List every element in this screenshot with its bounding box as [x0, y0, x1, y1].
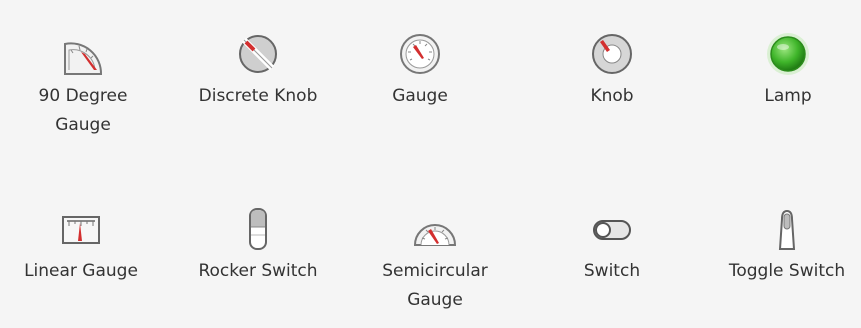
palette-item-gauge[interactable]: Gauge — [370, 30, 470, 111]
lamp-icon — [764, 30, 812, 78]
palette-item-discrete-knob[interactable]: Discrete Knob — [182, 30, 334, 111]
palette-item-label: 90 Degree Gauge — [38, 86, 128, 135]
palette-item-90-degree-gauge[interactable]: 90 Degree Gauge — [14, 30, 152, 140]
semicircular-gauge-icon — [411, 205, 459, 253]
palette-item-rocker-switch[interactable]: Rocker Switch — [182, 205, 334, 286]
discrete-knob-icon — [234, 30, 282, 78]
palette-item-label: Switch — [583, 261, 641, 281]
gauge-icon — [396, 30, 444, 78]
linear-gauge-icon — [57, 205, 105, 253]
palette-item-label: Discrete Knob — [198, 86, 318, 106]
switch-icon — [588, 205, 636, 253]
palette-item-linear-gauge[interactable]: Linear Gauge — [6, 205, 156, 286]
palette-item-switch[interactable]: Switch — [562, 205, 662, 286]
quarter-gauge-icon — [59, 30, 107, 78]
palette-item-semicircular-gauge[interactable]: Semicircular Gauge — [360, 205, 510, 315]
palette-item-label: Lamp — [764, 86, 812, 106]
palette-item-label: Rocker Switch — [198, 261, 318, 281]
palette-item-toggle-switch[interactable]: Toggle Switch — [713, 205, 861, 286]
palette-item-label: Semicircular Gauge — [382, 261, 488, 310]
palette-item-label: Knob — [590, 86, 634, 106]
palette-item-lamp[interactable]: Lamp — [738, 30, 838, 111]
palette-item-knob[interactable]: Knob — [562, 30, 662, 111]
toggle-switch-icon — [763, 205, 811, 253]
palette-item-label: Gauge — [392, 86, 448, 106]
controls-palette: 90 Degree Gauge Discrete Knob Gauge Knob… — [0, 0, 861, 328]
palette-item-label: Linear Gauge — [24, 261, 138, 281]
palette-item-label: Toggle Switch — [728, 261, 846, 281]
knob-icon — [588, 30, 636, 78]
rocker-switch-icon — [234, 205, 282, 253]
